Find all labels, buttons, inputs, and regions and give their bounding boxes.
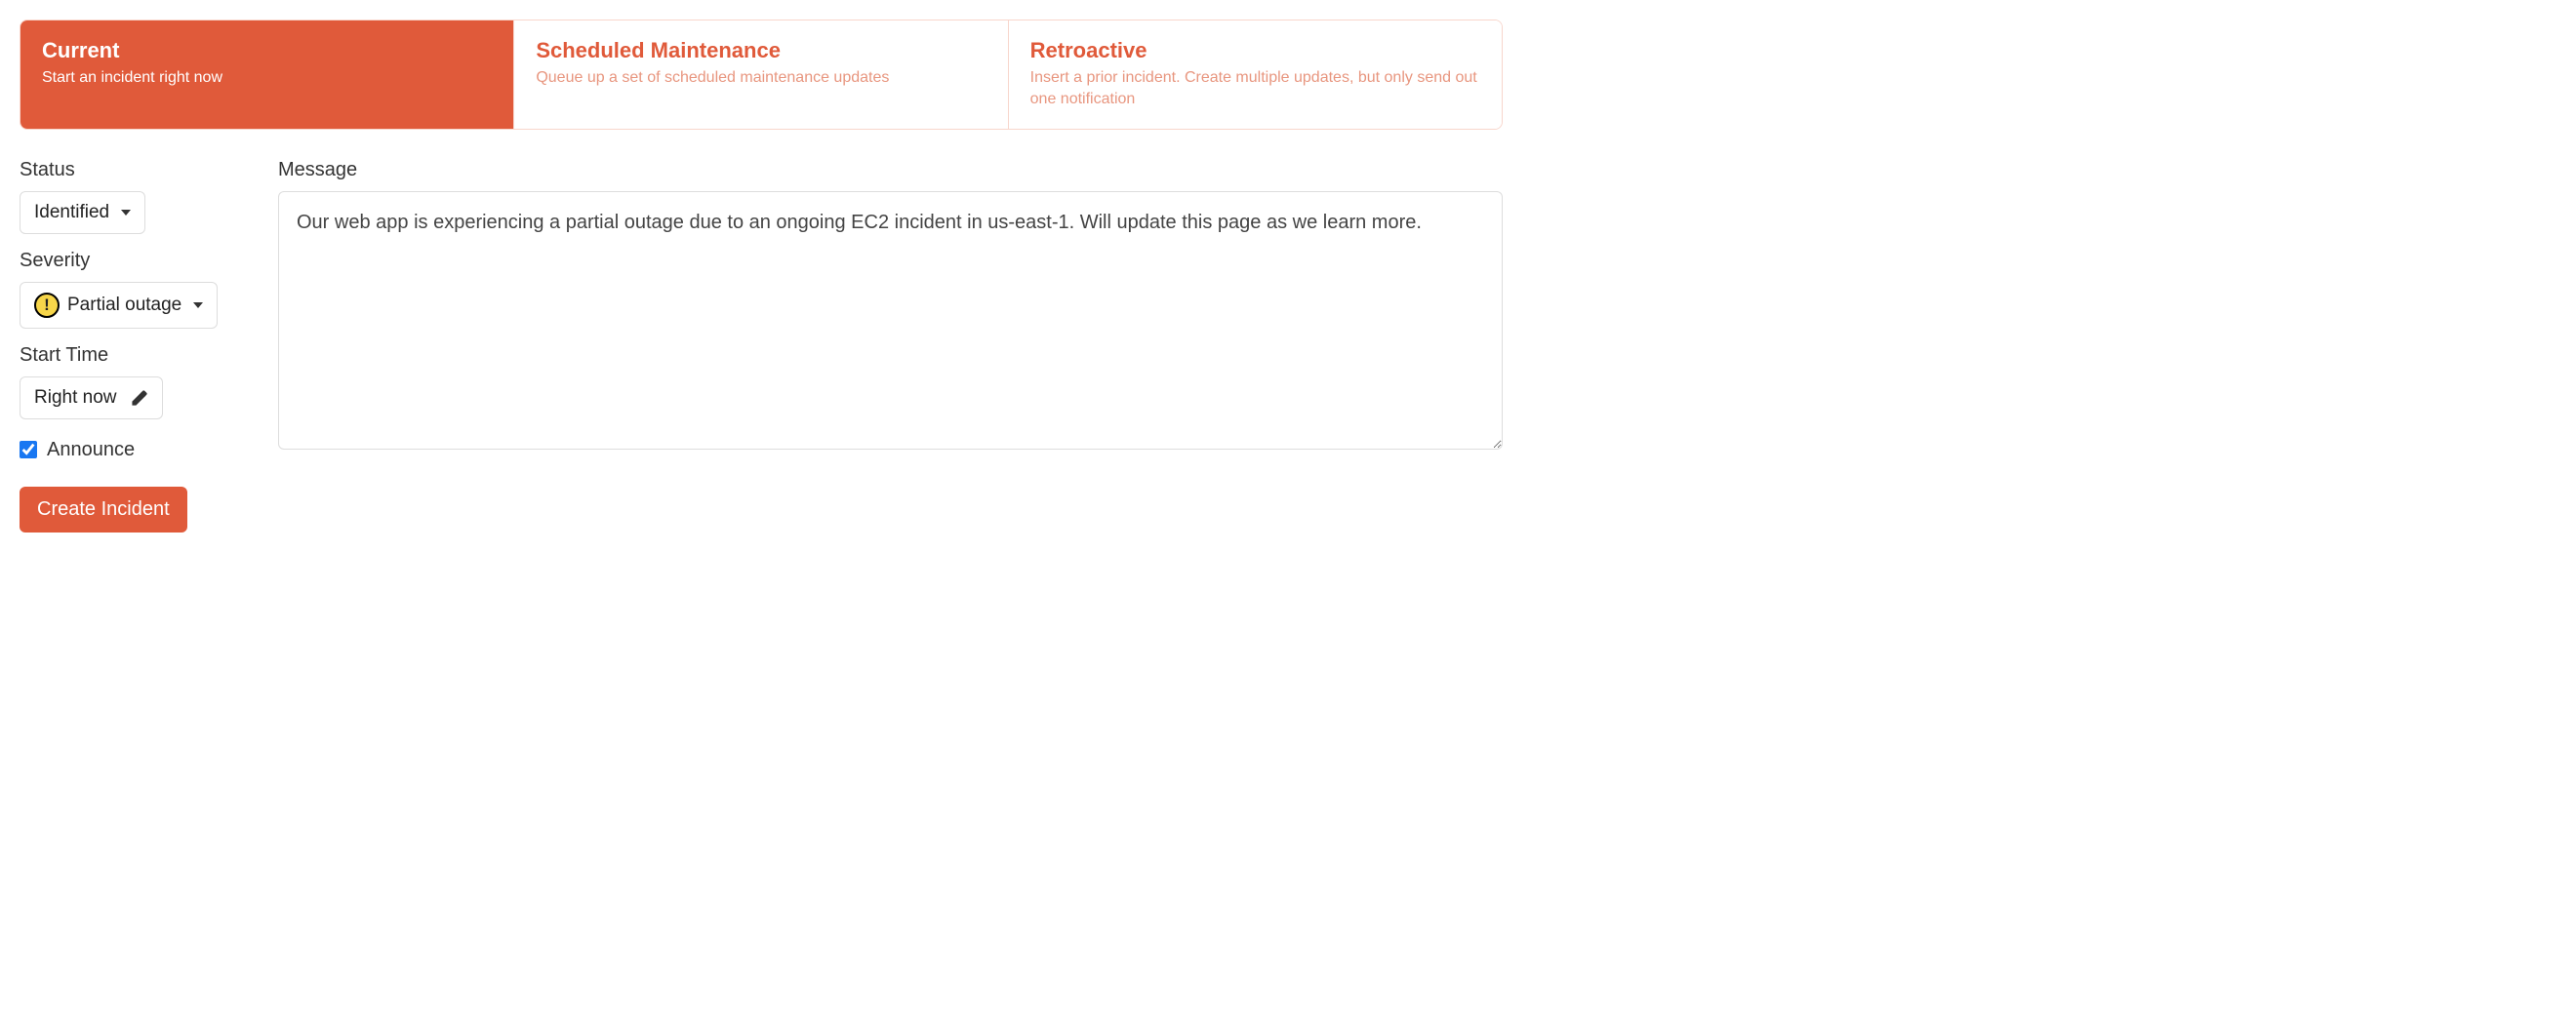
status-dropdown[interactable]: Identified (20, 191, 145, 234)
severity-value: Partial outage (67, 295, 181, 316)
caret-down-icon (193, 302, 203, 308)
tab-desc: Insert a prior incident. Create multiple… (1030, 67, 1480, 111)
message-textarea[interactable] (278, 191, 1503, 450)
message-label: Message (278, 159, 1503, 181)
tab-desc: Start an incident right now (42, 67, 492, 89)
start-time-button[interactable]: Right now (20, 376, 163, 419)
pencil-icon (131, 389, 148, 407)
severity-dropdown[interactable]: ! Partial outage (20, 282, 218, 329)
announce-checkbox[interactable] (20, 441, 37, 458)
start-time-value: Right now (34, 387, 117, 409)
tab-title: Scheduled Maintenance (536, 38, 986, 63)
create-incident-button[interactable]: Create Incident (20, 487, 187, 533)
tab-desc: Queue up a set of scheduled maintenance … (536, 67, 986, 89)
tab-current[interactable]: Current Start an incident right now (20, 20, 514, 129)
status-value: Identified (34, 202, 109, 223)
severity-label: Severity (20, 250, 249, 272)
status-label: Status (20, 159, 249, 181)
tab-scheduled-maintenance[interactable]: Scheduled Maintenance Queue up a set of … (514, 20, 1008, 129)
tab-retroactive[interactable]: Retroactive Insert a prior incident. Cre… (1009, 20, 1502, 129)
tab-title: Current (42, 38, 492, 63)
status-field-group: Status Identified (20, 159, 249, 234)
warning-icon: ! (34, 293, 60, 318)
form-right-column: Message (278, 159, 1503, 533)
incident-type-tabs: Current Start an incident right now Sche… (20, 20, 1503, 130)
severity-field-group: Severity ! Partial outage (20, 250, 249, 329)
form-left-column: Status Identified Severity ! Partial out… (20, 159, 249, 533)
start-time-field-group: Start Time Right now (20, 344, 249, 419)
announce-field-group: Announce (20, 439, 249, 461)
incident-form: Status Identified Severity ! Partial out… (20, 159, 1503, 533)
caret-down-icon (121, 210, 131, 216)
announce-label: Announce (47, 439, 135, 461)
tab-title: Retroactive (1030, 38, 1480, 63)
start-time-label: Start Time (20, 344, 249, 367)
